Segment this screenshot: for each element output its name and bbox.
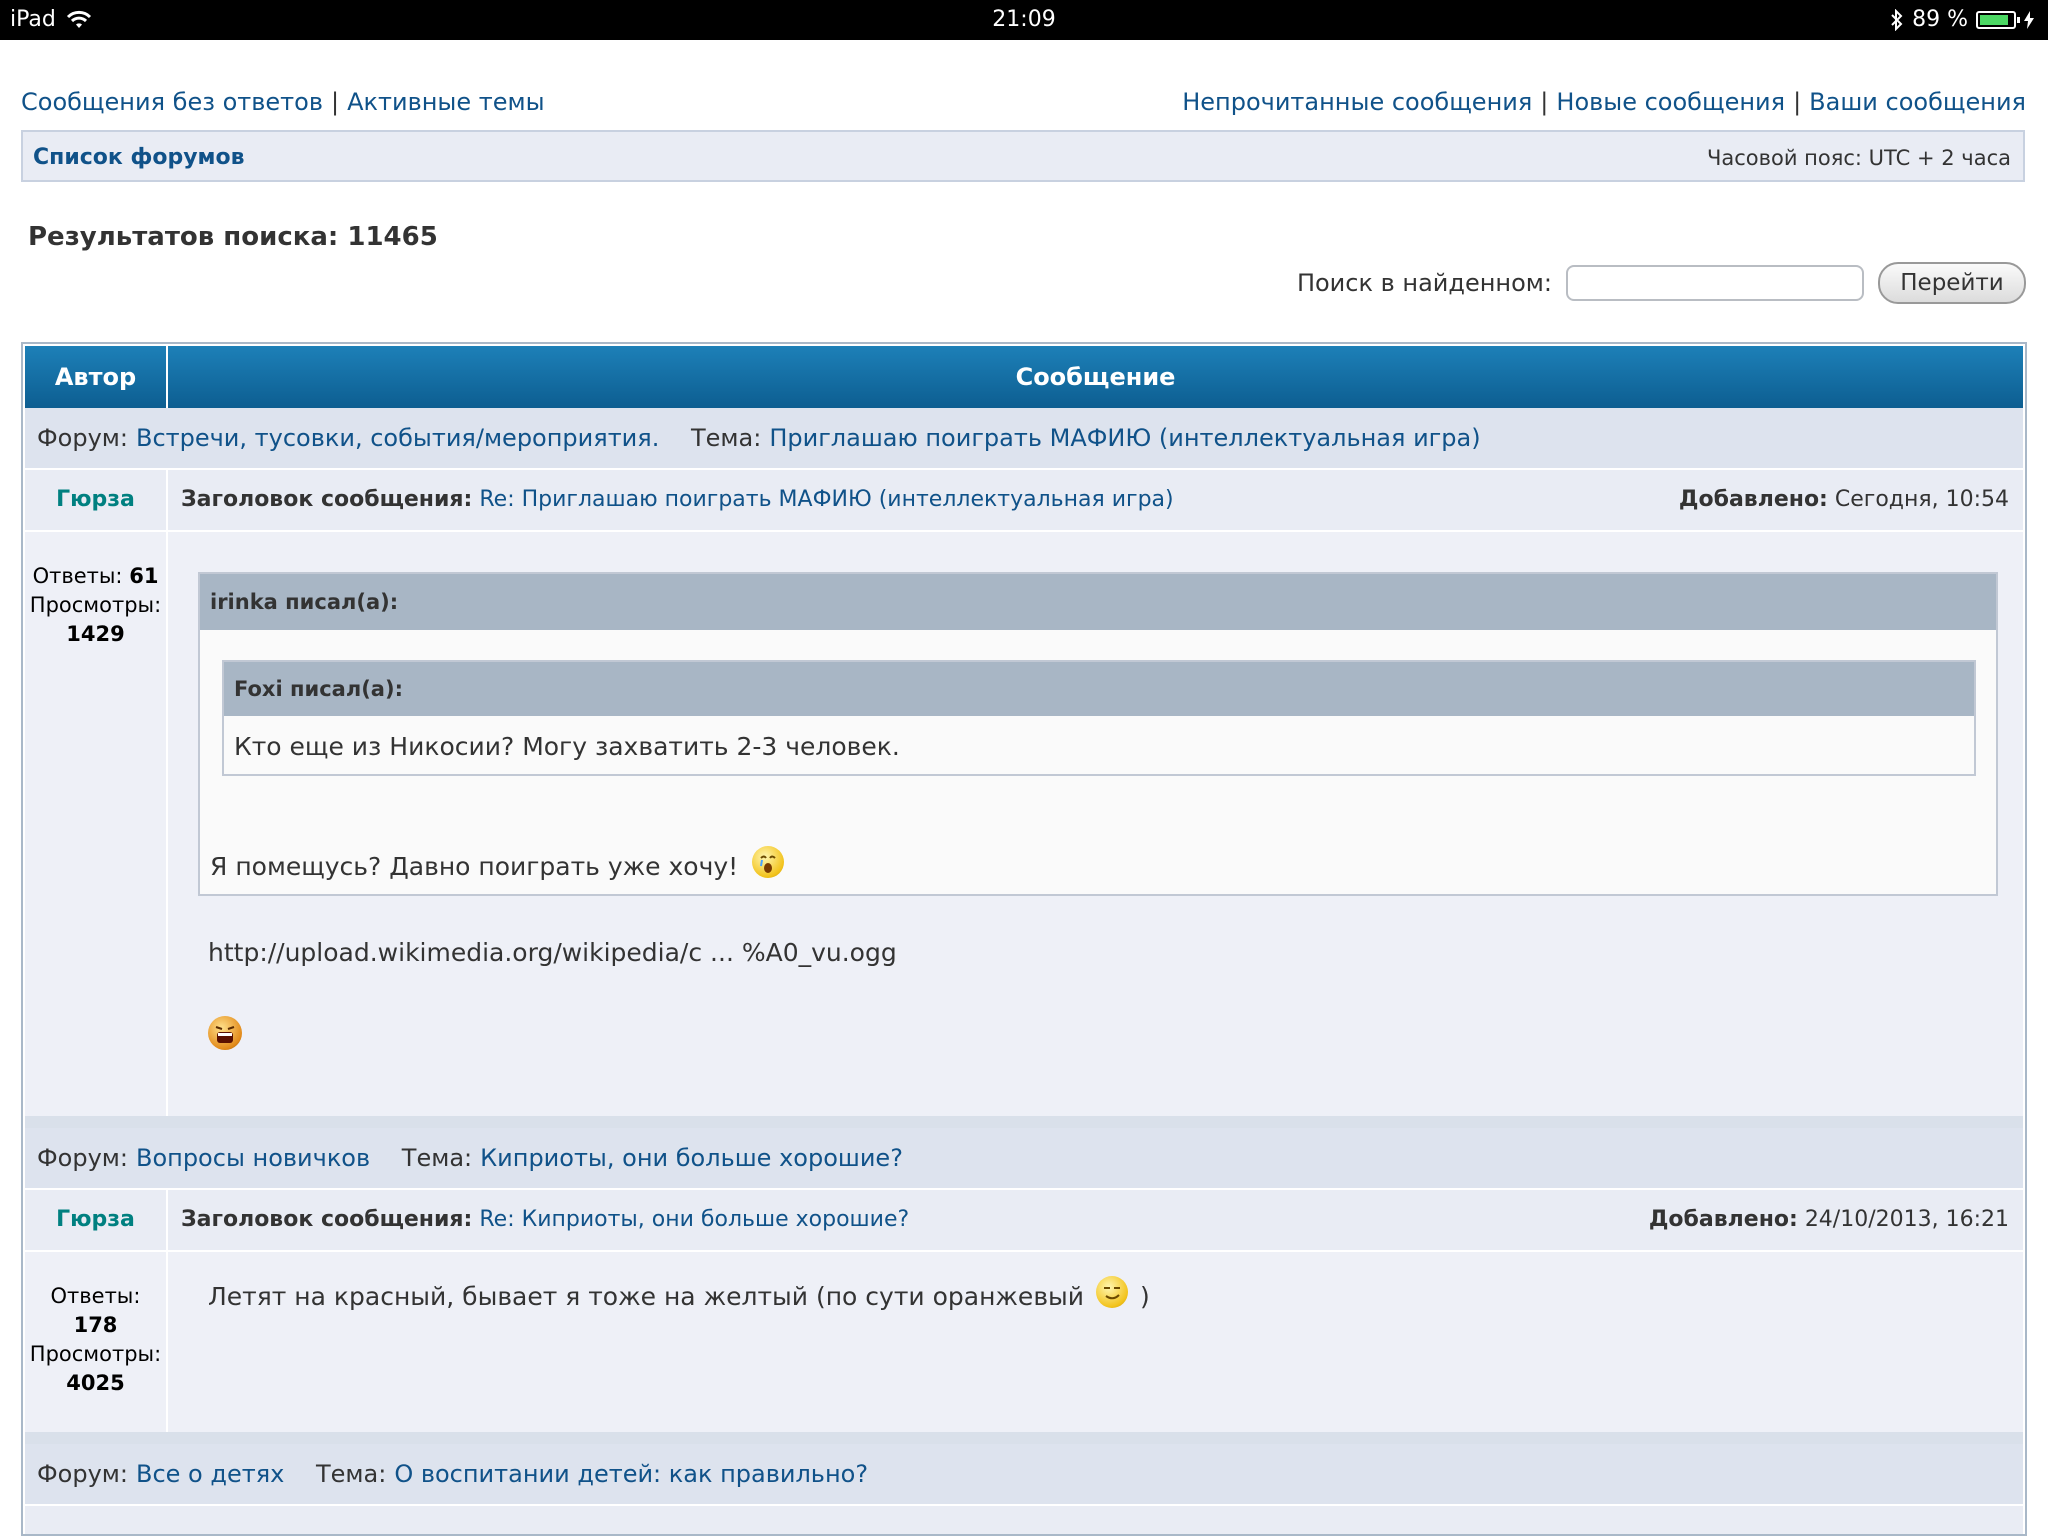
topic-link[interactable]: О воспитании детей: как правильно? xyxy=(394,1460,868,1488)
forum-navbar: Список форумов Часовой пояс: UTC + 2 час… xyxy=(21,130,2025,182)
added-value: Сегодня, 10:54 xyxy=(1834,487,2009,512)
charging-icon xyxy=(2024,10,2034,29)
nested-quote-header: Foxi писал(а): xyxy=(224,662,1974,716)
unanswered-posts-link[interactable]: Сообщения без ответов xyxy=(21,88,323,116)
laughing-smiley-icon xyxy=(208,1016,242,1050)
smirk-smiley-icon xyxy=(1096,1276,1128,1308)
column-author-header: Автор xyxy=(25,346,168,408)
post-subject: Заголовок сообщения: Re: Приглашаю поигр… xyxy=(181,487,1174,512)
quote-text: Я помещусь? Давно поиграть уже хочу! xyxy=(210,852,739,881)
search-within-input[interactable] xyxy=(1566,265,1864,301)
post-header-row: Гюрза Заголовок сообщения: Re: Киприоты,… xyxy=(25,1190,2023,1252)
topic-label: Тема: xyxy=(315,1460,387,1488)
active-topics-link[interactable]: Активные темы xyxy=(347,88,544,116)
post-subject: Заголовок сообщения: Re: Киприоты, они б… xyxy=(181,1207,909,1232)
replies-count: 61 xyxy=(129,564,159,588)
added-value: 24/10/2013, 16:21 xyxy=(1804,1207,2009,1232)
post-content: Летят на красный, бывает я тоже на желты… xyxy=(168,1252,2023,1432)
post-body-row: Ответы: 61 Просмотры: 1429 irinka писал(… xyxy=(25,532,2023,1116)
author-link[interactable]: Гюрза xyxy=(25,470,168,530)
battery-percent: 89 % xyxy=(1912,7,1968,32)
post-forum-row: Форум: Встречи, тусовки, события/мероприя… xyxy=(25,408,2023,470)
nested-quote-block: Foxi писал(а): Кто еще из Никосии? Могу … xyxy=(222,660,1976,776)
subject-link[interactable]: Re: Приглашаю поиграть МАФИЮ (интеллекту… xyxy=(479,487,1173,512)
quote-block: irinka писал(а): Foxi писал(а): Кто еще … xyxy=(198,572,1998,896)
post-date: Добавлено: Сегодня, 10:54 xyxy=(1679,487,2009,512)
post-text-line: Летят на красный, бывает я тоже на желты… xyxy=(208,1276,1150,1314)
added-label: Добавлено: xyxy=(1678,487,1828,512)
nested-quote-text: Кто еще из Никосии? Могу захватить 2-3 ч… xyxy=(234,732,900,761)
top-nav-right: Непрочитанные сообщения | Новые сообщения |… xyxy=(1182,88,2026,116)
nav-separator: | xyxy=(1793,88,1802,116)
topic-link[interactable]: Приглашаю поиграть МАФИЮ (интеллектуальн… xyxy=(769,424,1480,452)
post-date: Добавлено: 24/10/2013, 16:21 xyxy=(1649,1207,2009,1232)
forum-list-link[interactable]: Список форумов xyxy=(33,145,245,170)
post-forum-row: Форум: Вопросы новичков Тема: Киприоты, он… xyxy=(25,1128,2023,1190)
ios-status-bar: iPad 21:09 89 % xyxy=(0,0,2048,40)
forum-link[interactable]: Вопросы новичков xyxy=(136,1144,370,1172)
forum-label: Форум: xyxy=(37,1460,128,1488)
subject-label: Заголовок сообщения: xyxy=(181,1207,473,1232)
post-forum-row: Форум: Все о детях Тема: О воспитании дете… xyxy=(25,1444,2023,1506)
views-label: Просмотры: xyxy=(29,1342,162,1366)
post-text: Летят на красный, бывает я тоже на желты… xyxy=(208,1282,1085,1311)
post-header-row: Гюрза Заголовок сообщения: Re: Приглашаю… xyxy=(25,470,2023,532)
bluetooth-icon xyxy=(1891,8,1903,31)
subject-link[interactable]: Re: Киприоты, они больше хорошие? xyxy=(479,1207,909,1232)
views-count: 4025 xyxy=(66,1371,125,1395)
forum-link[interactable]: Все о детях xyxy=(136,1460,284,1488)
replies-count: 178 xyxy=(73,1313,118,1337)
post-body-row: Ответы: 178 Просмотры: 4025 Летят на кра… xyxy=(25,1252,2023,1432)
new-posts-link[interactable]: Новые сообщения xyxy=(1556,88,1785,116)
battery-icon xyxy=(1976,10,2020,29)
search-within-form: Поиск в найденном: Перейти xyxy=(1297,262,2026,304)
column-message-header: Сообщение xyxy=(1015,363,1176,391)
quote-text-line: Я помещусь? Давно поиграть уже хочу! xyxy=(210,846,785,884)
author-link[interactable]: Гюрза xyxy=(25,1190,168,1250)
table-header: Автор Сообщение xyxy=(25,346,2023,408)
post-header-row xyxy=(25,1506,2023,1534)
topic-stats: Ответы: 178 Просмотры: 4025 xyxy=(25,1252,168,1432)
post-separator xyxy=(25,1116,2023,1128)
post-separator xyxy=(25,1432,2023,1444)
search-results-table: Автор Сообщение Форум: Встречи, тусовки, … xyxy=(21,342,2027,1536)
nav-separator: | xyxy=(1540,88,1549,116)
replies-label: Ответы: xyxy=(50,1284,141,1308)
topic-label: Тема: xyxy=(690,424,762,452)
nested-quote-author: Foxi писал(а): xyxy=(234,677,403,701)
go-button[interactable]: Перейти xyxy=(1878,262,2026,304)
topic-link[interactable]: Киприоты, они больше хорошие? xyxy=(480,1144,903,1172)
views-label: Просмотры: xyxy=(29,593,162,617)
timezone-text: Часовой пояс: UTC + 2 часа xyxy=(1706,146,2011,170)
search-within-label: Поиск в найденном: xyxy=(1296,269,1552,297)
clock: 21:09 xyxy=(992,7,1056,32)
nav-separator: | xyxy=(331,88,340,116)
your-posts-link[interactable]: Ваши сообщения xyxy=(1809,88,2026,116)
post-content: irinka писал(а): Foxi писал(а): Кто еще … xyxy=(168,532,2023,1116)
views-count: 1429 xyxy=(66,622,125,646)
audio-link[interactable]: http://upload.wikimedia.org/wikipedia/c … xyxy=(208,938,897,967)
post-text-end: ) xyxy=(1139,1282,1150,1311)
subject-label: Заголовок сообщения: xyxy=(181,487,473,512)
unread-posts-link[interactable]: Непрочитанные сообщения xyxy=(1182,88,1532,116)
forum-label: Форум: xyxy=(37,424,128,452)
forum-label: Форум: xyxy=(37,1144,128,1172)
quote-header: irinka писал(а): xyxy=(200,574,1996,630)
added-label: Добавлено: xyxy=(1648,1207,1798,1232)
topic-label: Тема: xyxy=(401,1144,473,1172)
battery-fill xyxy=(1980,14,2008,25)
search-results-count: Результатов поиска: 11465 xyxy=(28,222,438,252)
quote-author: irinka писал(а): xyxy=(210,590,399,614)
replies-label: Ответы: xyxy=(32,564,123,588)
top-nav-left: Сообщения без ответов | Активные темы xyxy=(21,88,545,116)
crying-smiley-icon xyxy=(752,846,785,878)
forum-link[interactable]: Встречи, тусовки, события/мероприятия. xyxy=(136,424,659,452)
topic-stats: Ответы: 61 Просмотры: 1429 xyxy=(25,532,168,1116)
